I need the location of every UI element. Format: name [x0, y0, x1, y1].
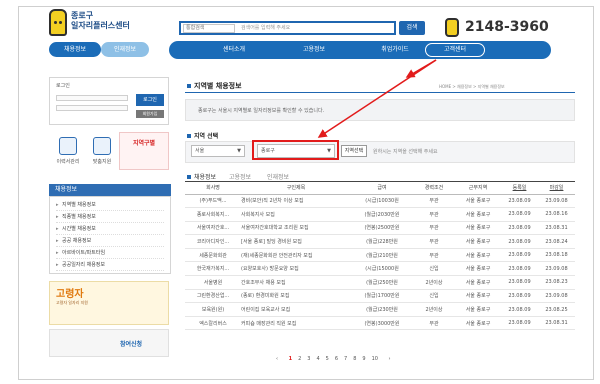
browser-frame: 종로구 일자리플러스센터 통합검색 검색어를 입력해 주세요 검색 2148-3… [18, 6, 594, 380]
arrow-to-district-select [317, 59, 437, 138]
annotation-arrows [317, 59, 437, 138]
